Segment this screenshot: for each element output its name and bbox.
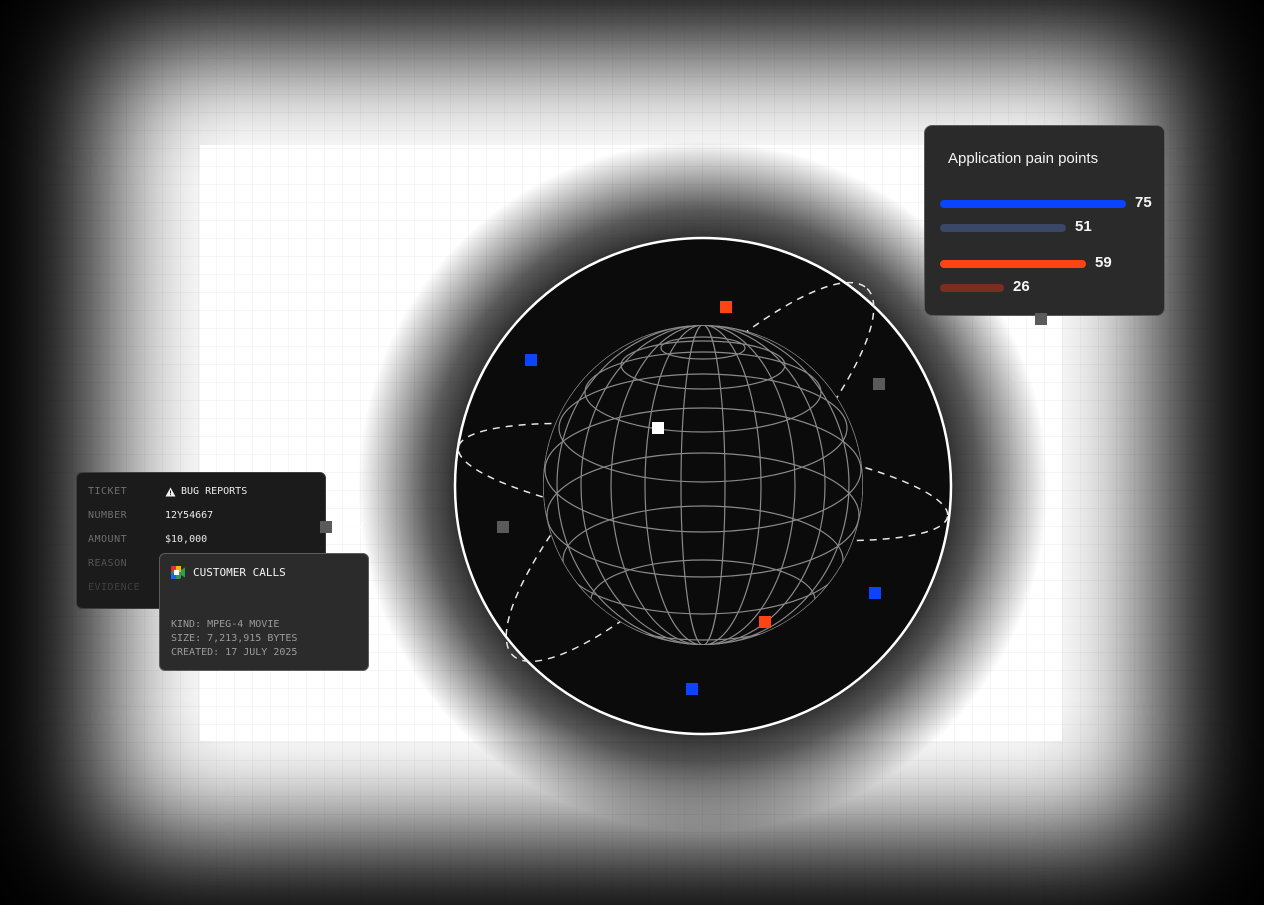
bug-row-key: TICKET	[88, 486, 128, 497]
pain-bar	[940, 284, 1004, 292]
calls-size: SIZE: 7,213,915 BYTES	[171, 633, 298, 644]
pain-bar-value: 26	[1013, 278, 1030, 295]
node-blue	[525, 354, 537, 366]
bug-row-key: EVIDENCE	[88, 582, 141, 593]
bug-row-value: 12Y54667	[165, 510, 214, 521]
customer-calls-card: CUSTOMER CALLS KIND: MPEG-4 MOVIE SIZE: …	[159, 553, 369, 671]
node-gray	[497, 521, 509, 533]
pain-panel-anchor	[1035, 313, 1047, 325]
node-orange	[720, 301, 732, 313]
meet-icon	[171, 566, 185, 579]
pain-bar-value: 59	[1095, 254, 1112, 271]
node-white	[652, 422, 664, 434]
bug-card-anchor	[320, 521, 332, 533]
calls-created: CREATED: 17 JULY 2025	[171, 647, 298, 658]
wireframe-sphere	[543, 325, 863, 645]
bug-row-key: NUMBER	[88, 510, 128, 521]
node-gray	[873, 378, 885, 390]
bug-row-value: BUG REPORTS	[165, 486, 247, 497]
bug-row-key: REASON	[88, 558, 128, 569]
customer-calls-title: CUSTOMER CALLS	[193, 566, 286, 579]
stage: Application pain points 75 51 59 26 TICK…	[0, 0, 1264, 905]
pain-bar	[940, 260, 1086, 268]
bug-reports-title: BUG REPORTS	[181, 486, 248, 497]
pain-bar-value: 51	[1075, 218, 1092, 235]
node-blue	[686, 683, 698, 695]
pain-points-panel: Application pain points 75 51 59 26	[924, 125, 1165, 316]
pain-bar	[940, 200, 1126, 208]
pain-bar-value: 75	[1135, 194, 1152, 211]
bug-row-key: AMOUNT	[88, 534, 128, 545]
bug-row-value: $10,000	[165, 534, 208, 545]
node-orange	[759, 616, 771, 628]
calls-kind: KIND: MPEG-4 MOVIE	[171, 619, 280, 630]
node-blue	[869, 587, 881, 599]
pain-bar	[940, 224, 1066, 232]
pain-points-title: Application pain points	[948, 150, 1099, 167]
warning-icon	[165, 487, 176, 496]
